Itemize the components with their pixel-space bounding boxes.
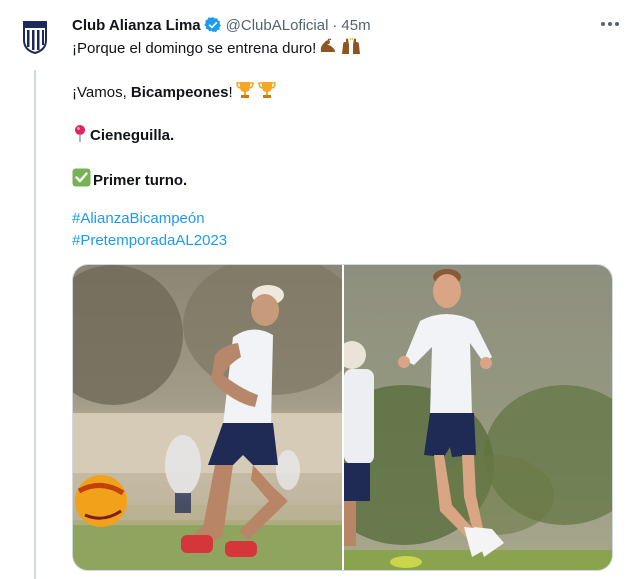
line1-text: ¡Porque el domingo se entrena duro! [72, 40, 317, 57]
text-line-2: ¡Vamos, Bicampeones ! [72, 81, 279, 105]
separator-dot: · [332, 16, 338, 34]
more-options-icon[interactable] [598, 12, 622, 36]
author-handle[interactable]: @ClubALoficial [226, 17, 329, 34]
text-line-4: Primer turno. [72, 168, 187, 193]
thread-line [34, 70, 36, 579]
avatar[interactable] [16, 18, 54, 56]
text-line-3: Cieneguilla. [72, 124, 174, 148]
flexed-biceps-icon [318, 37, 338, 61]
hashtag-line-1: #AlianzaBicampeón [72, 209, 205, 229]
media-photo-2[interactable] [344, 265, 612, 570]
text-line-1: ¡Porque el domingo se entrena duro! [72, 37, 364, 61]
media-photo-1[interactable] [73, 265, 342, 570]
alianza-lima-crest-icon [23, 21, 47, 54]
round-pushpin-icon [72, 124, 88, 148]
line2-suffix: ! [228, 84, 233, 101]
tweet[interactable]: Club Alianza Lima @ClubALoficial · 45m ¡… [0, 0, 640, 579]
raising-hands-icon [340, 37, 362, 61]
check-mark-button-icon [72, 168, 91, 193]
media-grid [72, 264, 613, 571]
hashtag-link[interactable]: #AlianzaBicampeón [72, 209, 205, 229]
verified-badge-icon [203, 16, 222, 34]
tweet-header: Club Alianza Lima @ClubALoficial · 45m [72, 14, 622, 36]
timestamp[interactable]: 45m [341, 17, 370, 34]
trophy-icon [235, 81, 255, 105]
display-name[interactable]: Club Alianza Lima [72, 17, 201, 34]
trophy-icon [257, 81, 277, 105]
line2-bold: Bicampeones [130, 84, 229, 101]
line4-text: Primer turno. [93, 171, 188, 189]
hashtag-line-2: #PretemporadaAL2023 [72, 231, 227, 251]
line3-text: Cieneguilla. [90, 127, 175, 144]
line2-prefix: ¡Vamos, [72, 84, 131, 101]
hashtag-link[interactable]: #PretemporadaAL2023 [72, 231, 227, 251]
